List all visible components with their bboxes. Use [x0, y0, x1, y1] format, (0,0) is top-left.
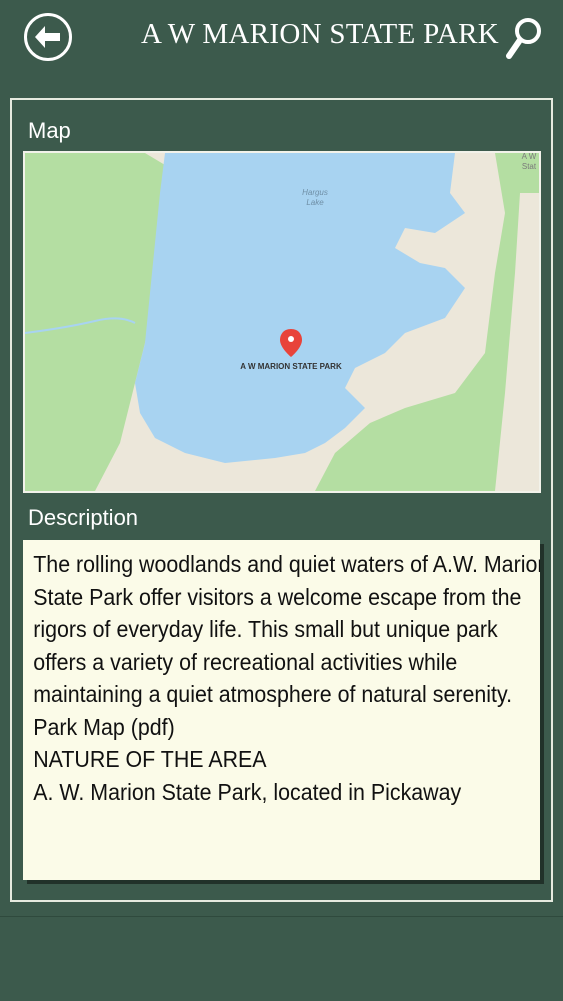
map-canvas: Hargus Lake A W Stat A W MARION STATE PA…	[25, 153, 539, 491]
app-header: A W MARION STATE PARK	[0, 0, 563, 84]
app-footer	[0, 916, 563, 1001]
park-map-link[interactable]: Park Map (pdf)	[33, 711, 540, 744]
description-paragraph-cut: A. W. Marion State Park, located in Pick…	[33, 778, 462, 805]
search-button[interactable]	[505, 14, 545, 62]
search-icon	[506, 18, 541, 59]
content-panel: Map Hargus Lake A W Stat A W MARION STAT…	[10, 98, 553, 902]
description-text: The rolling woodlands and quiet waters o…	[23, 540, 540, 833]
section-heading: NATURE OF THE AREA	[33, 746, 267, 772]
back-button[interactable]	[24, 13, 72, 61]
map-view[interactable]: Hargus Lake A W Stat A W MARION STATE PA…	[23, 151, 541, 493]
description-box[interactable]: The rolling woodlands and quiet waters o…	[23, 540, 540, 880]
description-section-label: Description	[28, 505, 139, 530]
corner-label: A W	[522, 153, 537, 161]
corner-label-2: Stat	[522, 162, 537, 171]
description-paragraph: The rolling woodlands and quiet waters o…	[33, 551, 540, 707]
back-arrow-icon	[35, 26, 60, 48]
page-title: A W MARION STATE PARK	[141, 18, 499, 50]
map-marker-label: A W MARION STATE PARK	[240, 362, 342, 371]
lake-label: Hargus	[302, 188, 328, 197]
lake-label-2: Lake	[306, 198, 324, 207]
map-section-label: Map	[28, 118, 71, 143]
